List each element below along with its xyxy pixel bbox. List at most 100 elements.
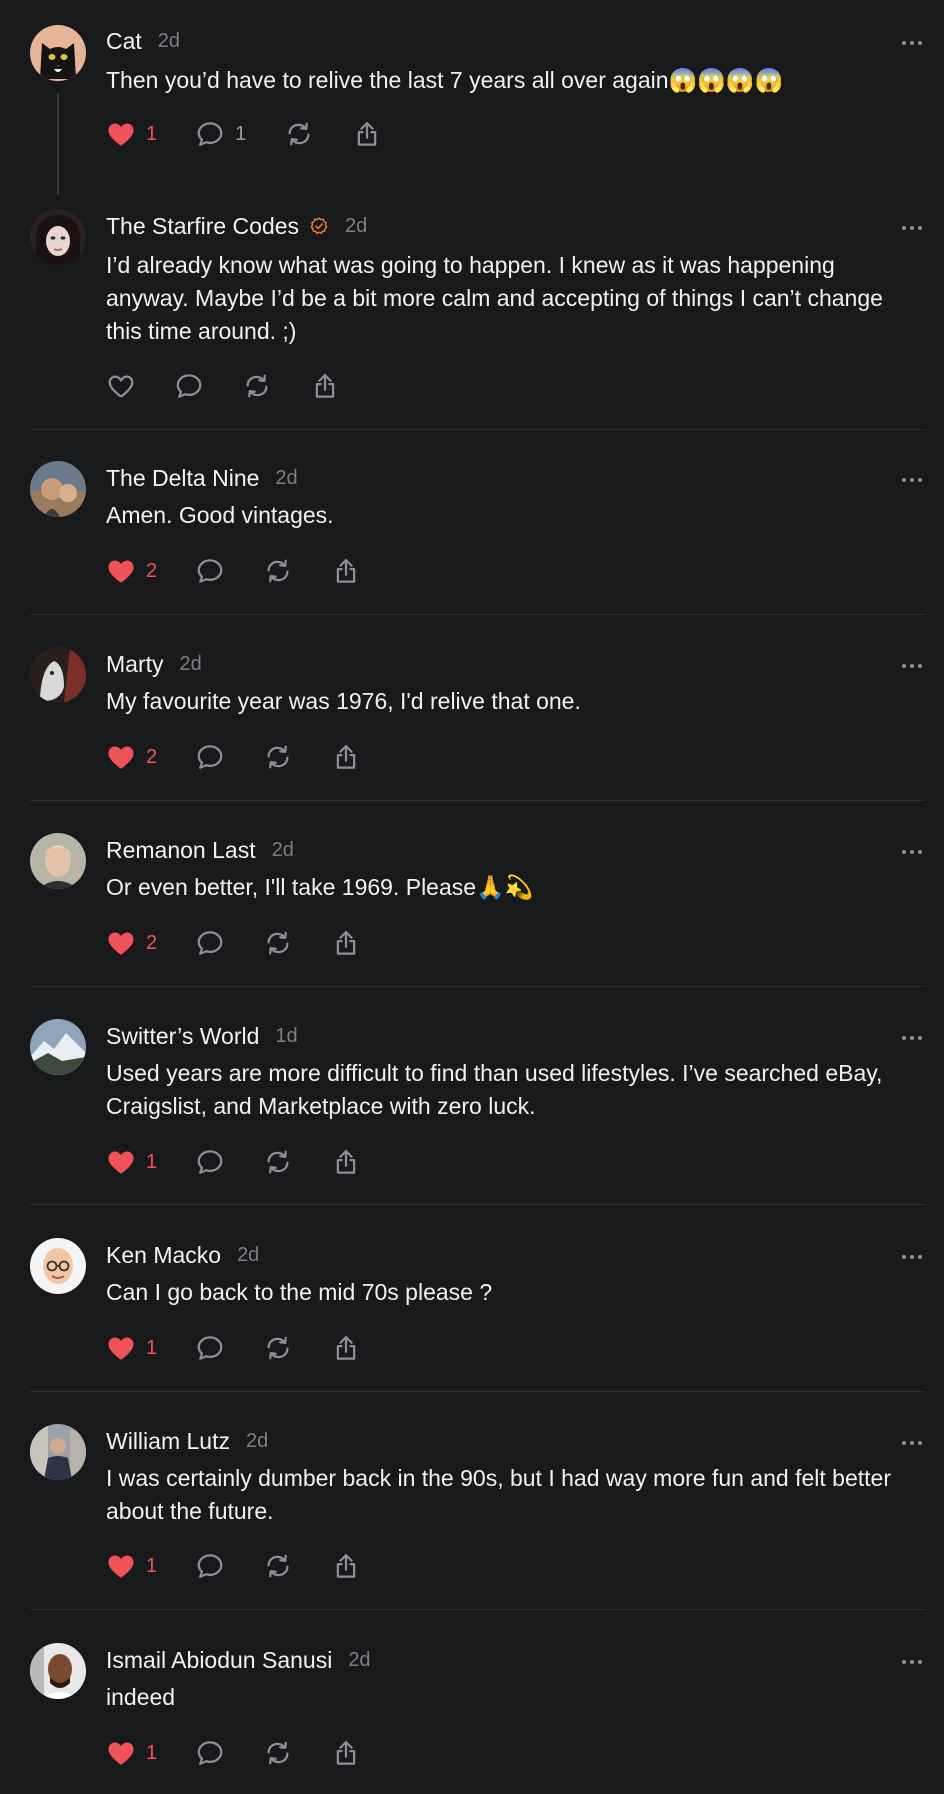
repost-icon xyxy=(263,1333,293,1363)
post-time[interactable]: 1d xyxy=(275,1025,297,1048)
reply-button[interactable] xyxy=(195,1549,225,1583)
author-name[interactable]: Ken Macko xyxy=(106,1242,221,1269)
post-time[interactable]: 2d xyxy=(275,467,297,490)
post-text: indeed xyxy=(106,1684,176,1710)
like-button[interactable]: 1 xyxy=(106,1736,157,1770)
verified-badge-icon xyxy=(309,216,329,236)
like-button[interactable]: 2 xyxy=(106,926,157,960)
avatar[interactable] xyxy=(30,1643,86,1699)
post-text: Then you’d have to relive the last 7 yea… xyxy=(106,67,784,93)
repost-button[interactable] xyxy=(263,1331,293,1365)
post-time[interactable]: 2d xyxy=(348,1649,370,1672)
author-name[interactable]: Remanon Last xyxy=(106,837,256,864)
like-button[interactable]: 2 xyxy=(106,554,157,588)
repost-button[interactable] xyxy=(263,1145,293,1179)
share-button[interactable] xyxy=(331,1736,361,1770)
heart-filled-icon xyxy=(106,742,136,772)
reply-button[interactable] xyxy=(195,740,225,774)
reply-button[interactable] xyxy=(195,554,225,588)
more-options-icon[interactable] xyxy=(900,472,924,482)
repost-button[interactable] xyxy=(263,926,293,960)
repost-icon xyxy=(284,119,314,149)
reply-count: 1 xyxy=(235,122,247,145)
chat-bubble-icon xyxy=(174,371,204,401)
share-icon xyxy=(331,1738,361,1768)
heart-filled-icon xyxy=(106,556,136,586)
like-button[interactable]: 1 xyxy=(106,1145,157,1179)
share-button[interactable] xyxy=(331,554,361,588)
avatar[interactable] xyxy=(30,461,86,517)
avatar[interactable] xyxy=(30,209,86,265)
author-name[interactable]: The Delta Nine xyxy=(106,465,259,492)
reply-button[interactable] xyxy=(195,1145,225,1179)
more-options-icon[interactable] xyxy=(900,1030,924,1040)
post-text: Or even better, I'll take 1969. Please🙏💫 xyxy=(106,874,534,900)
divider xyxy=(30,614,926,615)
author-name[interactable]: William Lutz xyxy=(106,1428,230,1455)
avatar[interactable] xyxy=(30,1238,86,1294)
repost-icon xyxy=(263,742,293,772)
heart-filled-icon xyxy=(106,1147,136,1177)
share-button[interactable] xyxy=(310,369,340,403)
post-time[interactable]: 2d xyxy=(345,215,367,238)
post-time[interactable]: 2d xyxy=(237,1244,259,1267)
repost-button[interactable] xyxy=(284,117,314,151)
author-name[interactable]: Ismail Abiodun Sanusi xyxy=(106,1647,332,1674)
share-button[interactable] xyxy=(331,1549,361,1583)
heart-filled-icon xyxy=(106,119,136,149)
post-time[interactable]: 2d xyxy=(272,839,294,862)
chat-bubble-icon xyxy=(195,1147,225,1177)
repost-button[interactable] xyxy=(242,369,272,403)
post-text: My favourite year was 1976, I'd relive t… xyxy=(106,688,581,714)
reply-button[interactable]: 1 xyxy=(195,117,246,151)
like-count: 1 xyxy=(146,1336,158,1359)
repost-button[interactable] xyxy=(263,740,293,774)
chat-bubble-icon xyxy=(195,556,225,586)
share-button[interactable] xyxy=(331,926,361,960)
like-button[interactable]: 1 xyxy=(106,117,157,151)
divider xyxy=(30,1204,926,1205)
avatar[interactable] xyxy=(30,1019,86,1075)
repost-button[interactable] xyxy=(263,1549,293,1583)
share-button[interactable] xyxy=(331,1145,361,1179)
more-options-icon[interactable] xyxy=(900,220,924,230)
author-name[interactable]: Switter’s World xyxy=(106,1023,259,1050)
heart-filled-icon xyxy=(106,1551,136,1581)
author-name[interactable]: Marty xyxy=(106,651,164,678)
more-options-icon[interactable] xyxy=(900,1435,924,1445)
more-options-icon[interactable] xyxy=(900,1654,924,1664)
post-time[interactable]: 2d xyxy=(158,30,180,53)
like-count: 1 xyxy=(146,1741,158,1764)
like-button[interactable]: 2 xyxy=(106,740,157,774)
more-options-icon[interactable] xyxy=(900,35,924,45)
reply-button[interactable] xyxy=(195,1331,225,1365)
reply-button[interactable] xyxy=(174,369,204,403)
avatar[interactable] xyxy=(30,1424,86,1480)
avatar[interactable] xyxy=(30,833,86,889)
heart-filled-icon xyxy=(106,1333,136,1363)
avatar[interactable] xyxy=(30,25,86,81)
repost-icon xyxy=(263,1147,293,1177)
like-button[interactable]: 1 xyxy=(106,1549,157,1583)
more-options-icon[interactable] xyxy=(900,658,924,668)
reply-button[interactable] xyxy=(195,1736,225,1770)
share-button[interactable] xyxy=(331,1331,361,1365)
like-button[interactable] xyxy=(106,369,136,403)
author-name[interactable]: Cat xyxy=(106,28,142,55)
like-button[interactable]: 1 xyxy=(106,1331,157,1365)
more-options-icon[interactable] xyxy=(900,1249,924,1259)
avatar[interactable] xyxy=(30,647,86,703)
repost-button[interactable] xyxy=(263,1736,293,1770)
reply-button[interactable] xyxy=(195,926,225,960)
like-count: 1 xyxy=(146,1554,158,1577)
share-icon xyxy=(331,1333,361,1363)
post-time[interactable]: 2d xyxy=(180,653,202,676)
share-button[interactable] xyxy=(331,740,361,774)
repost-button[interactable] xyxy=(263,554,293,588)
share-button[interactable] xyxy=(352,117,382,151)
post-time[interactable]: 2d xyxy=(246,1430,268,1453)
divider xyxy=(30,800,926,801)
more-options-icon[interactable] xyxy=(900,844,924,854)
divider xyxy=(30,986,926,987)
author-name[interactable]: The Starfire Codes xyxy=(106,213,299,240)
